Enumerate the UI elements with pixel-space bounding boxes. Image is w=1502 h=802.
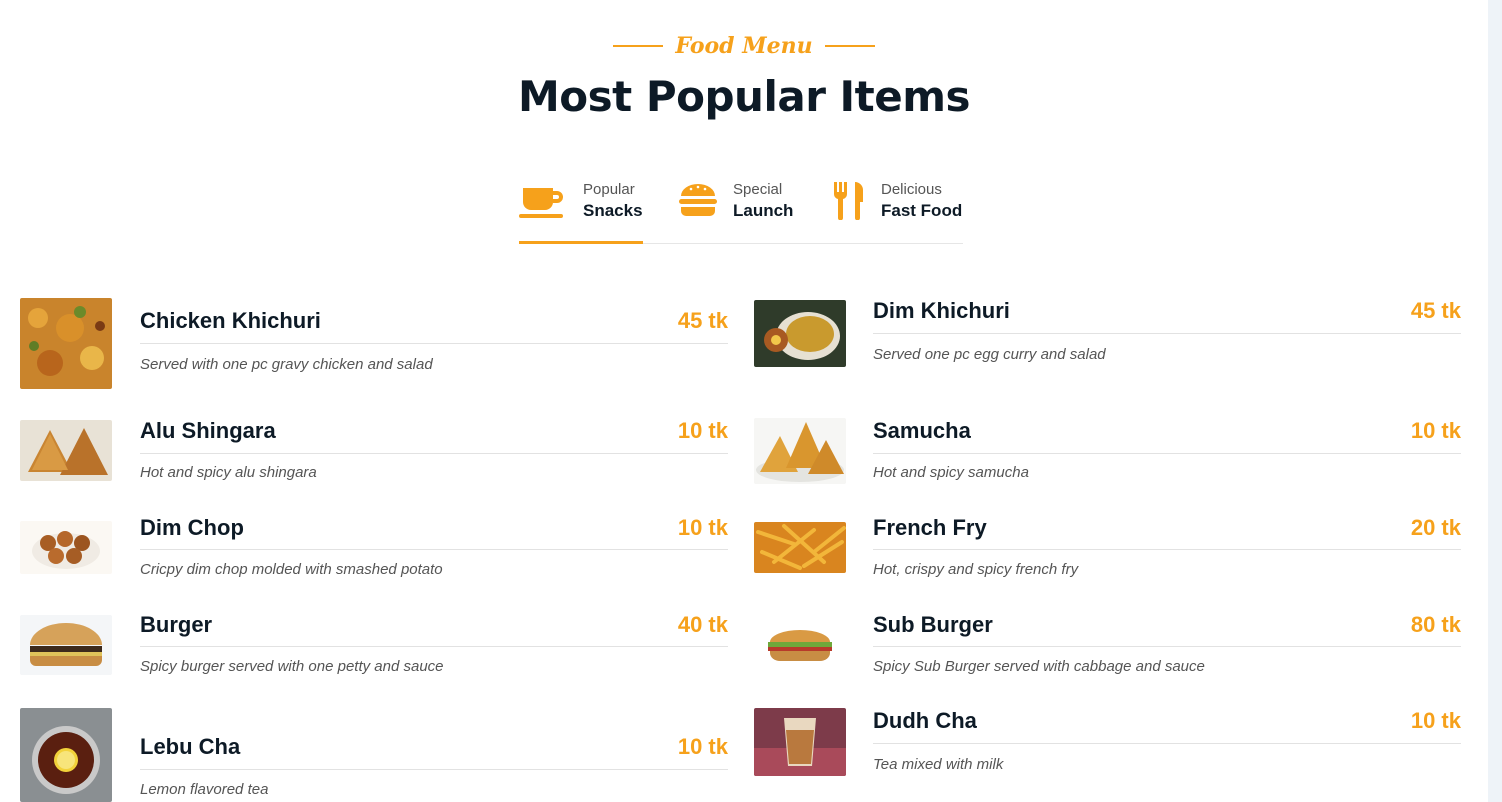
item-price: 10 tk: [1410, 418, 1461, 443]
item-price: 80 tk: [1410, 612, 1461, 637]
item-price: 45 tk: [677, 308, 728, 333]
item-price: 20 tk: [1410, 515, 1461, 540]
item-name: Dim Khichuri: [873, 298, 1010, 323]
item-name: Sub Burger: [873, 612, 993, 637]
lebu-cha-photo: [20, 708, 112, 802]
menu-item-samucha[interactable]: Samucha 10 tk Hot and spicy samucha: [754, 418, 1461, 486]
item-price: 10 tk: [677, 734, 728, 759]
item-name: French Fry: [873, 515, 987, 540]
item-name: Lebu Cha: [140, 734, 241, 759]
menu-item-burger[interactable]: Burger 40 tk Spicy burger served with on…: [20, 612, 728, 678]
item-description: Spicy burger served with one petty and s…: [140, 658, 444, 675]
item-description: Lemon flavored tea: [140, 781, 269, 798]
item-description: Tea mixed with milk: [873, 756, 1004, 773]
item-name: Burger: [140, 612, 213, 637]
tab-launch[interactable]: Special Launch: [679, 176, 833, 243]
tab-launch-label: Launch: [733, 201, 794, 220]
item-description: Hot and spicy samucha: [873, 464, 1029, 481]
fork-knife-icon: [833, 180, 881, 220]
burger-icon: [679, 180, 733, 220]
subtitle-left-line: [613, 45, 664, 47]
item-divider: [140, 646, 728, 647]
menu-item-sub-burger[interactable]: Sub Burger 80 tk Spicy Sub Burger served…: [754, 612, 1461, 678]
menu-tabs: Popular Snacks Special Launch Delicious: [519, 176, 963, 244]
item-divider: [873, 453, 1461, 454]
menu-item-dim-chop[interactable]: Dim Chop 10 tk Cricpy dim chop molded wi…: [20, 515, 728, 581]
menu-item-lebu-cha[interactable]: Lebu Cha 10 tk Lemon flavored tea: [20, 708, 728, 802]
page-scrollbar-track[interactable]: [1488, 0, 1502, 802]
item-divider: [873, 743, 1461, 744]
tab-fast-food-small: Delicious: [881, 181, 942, 198]
tab-fast-food-text: Delicious Fast Food: [881, 180, 962, 222]
dim-khichuri-photo: [754, 300, 846, 367]
page-title: Most Popular Items: [518, 72, 970, 121]
item-divider: [873, 646, 1461, 647]
tab-snacks-text: Popular Snacks: [583, 180, 643, 222]
item-description: Hot and spicy alu shingara: [140, 464, 317, 481]
menu-item-chicken-khichuri[interactable]: Chicken Khichuri 45 tk Served with one p…: [20, 298, 728, 390]
coffee-cup-icon: [519, 180, 567, 220]
item-price: 45 tk: [1410, 298, 1461, 323]
item-divider: [140, 343, 728, 344]
item-divider: [140, 769, 728, 770]
menu-item-dudh-cha[interactable]: Dudh Cha 10 tk Tea mixed with milk: [754, 708, 1461, 778]
chicken-khichuri-photo: [20, 298, 112, 389]
alu-shingara-photo: [20, 420, 112, 481]
item-divider: [873, 333, 1461, 334]
section-header: Food Menu Most Popular Items: [0, 28, 1488, 121]
tab-snacks-label: Snacks: [583, 201, 643, 220]
item-price: 10 tk: [677, 418, 728, 443]
item-description: Served one pc egg curry and salad: [873, 346, 1106, 363]
french-fry-photo: [754, 522, 846, 573]
tab-fast-food[interactable]: Delicious Fast Food: [833, 176, 963, 243]
item-description: Cricpy dim chop molded with smashed pota…: [140, 561, 443, 578]
item-description: Spicy Sub Burger served with cabbage and…: [873, 658, 1205, 675]
tab-snacks-small: Popular: [583, 181, 635, 198]
item-name: Alu Shingara: [140, 418, 276, 443]
tab-fast-food-label: Fast Food: [881, 201, 963, 220]
item-price: 10 tk: [1410, 708, 1461, 733]
item-name: Samucha: [873, 418, 971, 443]
tab-launch-small: Special: [733, 181, 783, 198]
tab-snacks[interactable]: Popular Snacks: [519, 176, 643, 244]
menu-item-dim-khichuri[interactable]: Dim Khichuri 45 tk Served one pc egg cur…: [754, 298, 1461, 368]
item-divider: [873, 549, 1461, 550]
subtitle-right-line: [824, 45, 875, 47]
item-name: Chicken Khichuri: [140, 308, 321, 333]
section-subtitle: Food Menu: [675, 33, 813, 59]
dudh-cha-photo: [754, 708, 846, 776]
menu-item-alu-shingara[interactable]: Alu Shingara 10 tk Hot and spicy alu shi…: [20, 418, 728, 484]
item-price: 40 tk: [677, 612, 728, 637]
item-name: Dim Chop: [140, 515, 244, 540]
item-description: Hot, crispy and spicy french fry: [873, 561, 1079, 578]
item-divider: [140, 549, 728, 550]
burger-photo: [20, 615, 112, 675]
item-divider: [140, 453, 728, 454]
item-description: Served with one pc gravy chicken and sal…: [140, 356, 433, 373]
menu-item-french-fry[interactable]: French Fry 20 tk Hot, crispy and spicy f…: [754, 515, 1461, 581]
tab-launch-text: Special Launch: [733, 180, 793, 222]
item-name: Dudh Cha: [873, 708, 977, 733]
item-price: 10 tk: [677, 515, 728, 540]
dim-chop-photo: [20, 521, 112, 574]
subtitle-row: Food Menu: [0, 28, 1488, 64]
samucha-photo: [754, 418, 846, 484]
sub-burger-photo: [754, 620, 846, 672]
